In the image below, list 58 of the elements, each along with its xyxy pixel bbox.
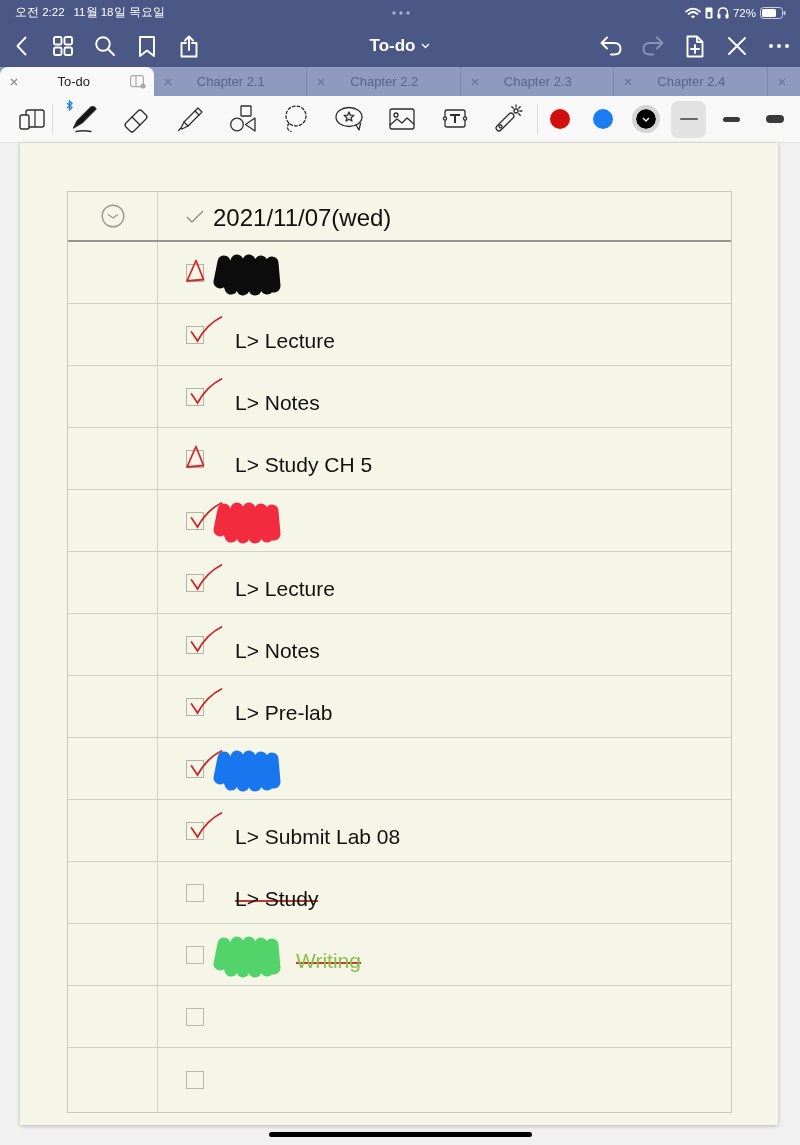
status-time: 오전 2:22: [15, 5, 65, 20]
shapes-icon: [227, 104, 258, 134]
handwritten-task: L> Submit Lab 08: [235, 824, 401, 849]
status-date: 11월 18일 목요일: [73, 5, 165, 20]
checkbox[interactable]: [186, 1007, 204, 1026]
checkbox[interactable]: [186, 263, 204, 282]
tab[interactable]: To-do: [0, 67, 154, 96]
checkbox[interactable]: [186, 449, 204, 468]
laser-pointer-icon: [492, 104, 523, 134]
line-weight-icon: [765, 115, 784, 123]
device-battery-icon: [704, 6, 713, 19]
checkbox[interactable]: [186, 1071, 204, 1089]
headphones-icon: [716, 6, 729, 19]
redo-icon: [642, 36, 664, 56]
handwritten-task: L> Study CH 5: [235, 452, 373, 477]
checkbox[interactable]: [186, 697, 204, 716]
handwritten-task: L> Lecture: [235, 328, 335, 353]
checkbox[interactable]: [186, 573, 204, 592]
clock-icon: [100, 204, 125, 228]
caret-icon: [421, 43, 431, 49]
color-swatch[interactable]: [631, 105, 660, 133]
checkbox[interactable]: [186, 759, 204, 778]
add-page-icon: [686, 34, 704, 58]
back-icon: [15, 36, 27, 56]
checkbox[interactable]: [186, 635, 204, 654]
battery-percent: 72%: [732, 6, 756, 19]
checkbox[interactable]: [186, 511, 204, 530]
checkbox[interactable]: [186, 883, 204, 902]
checkbox[interactable]: [186, 387, 204, 406]
line-weight-icon: [723, 116, 740, 122]
close-icon[interactable]: [10, 77, 18, 86]
wifi-icon: [684, 6, 701, 19]
color-swatch[interactable]: [592, 109, 613, 129]
tick-icon: [186, 209, 204, 223]
page-layout-icon: [19, 107, 45, 131]
document-title-menu[interactable]: To-do: [365, 36, 435, 56]
handwritten-task: L> Notes: [235, 638, 320, 663]
crossed-lines-icon: [727, 36, 747, 56]
handwritten-task: L> Pre-lab: [235, 700, 333, 725]
handwritten-task: L> Notes: [235, 390, 320, 415]
undo-icon: [600, 36, 622, 56]
share-icon: [180, 34, 198, 58]
checkbox[interactable]: [186, 325, 204, 344]
grid-icon: [53, 36, 73, 56]
search-icon: [95, 36, 115, 56]
color-swatch[interactable]: [549, 109, 570, 129]
handwritten-task: L> Lecture: [235, 576, 335, 601]
bluetooth-icon: [66, 100, 73, 111]
multitask-dots-icon[interactable]: [391, 10, 410, 15]
checkbox[interactable]: [186, 945, 204, 964]
battery-icon: [760, 6, 786, 19]
caret-icon: [641, 116, 650, 122]
checkbox[interactable]: [186, 821, 204, 840]
more-icon: [769, 44, 789, 48]
line-weight-icon: [679, 118, 698, 120]
stroke-width-button[interactable]: [671, 100, 706, 138]
handwritten-date: 2021/11/07(wed): [213, 204, 392, 232]
bookmark-icon: [139, 35, 155, 57]
